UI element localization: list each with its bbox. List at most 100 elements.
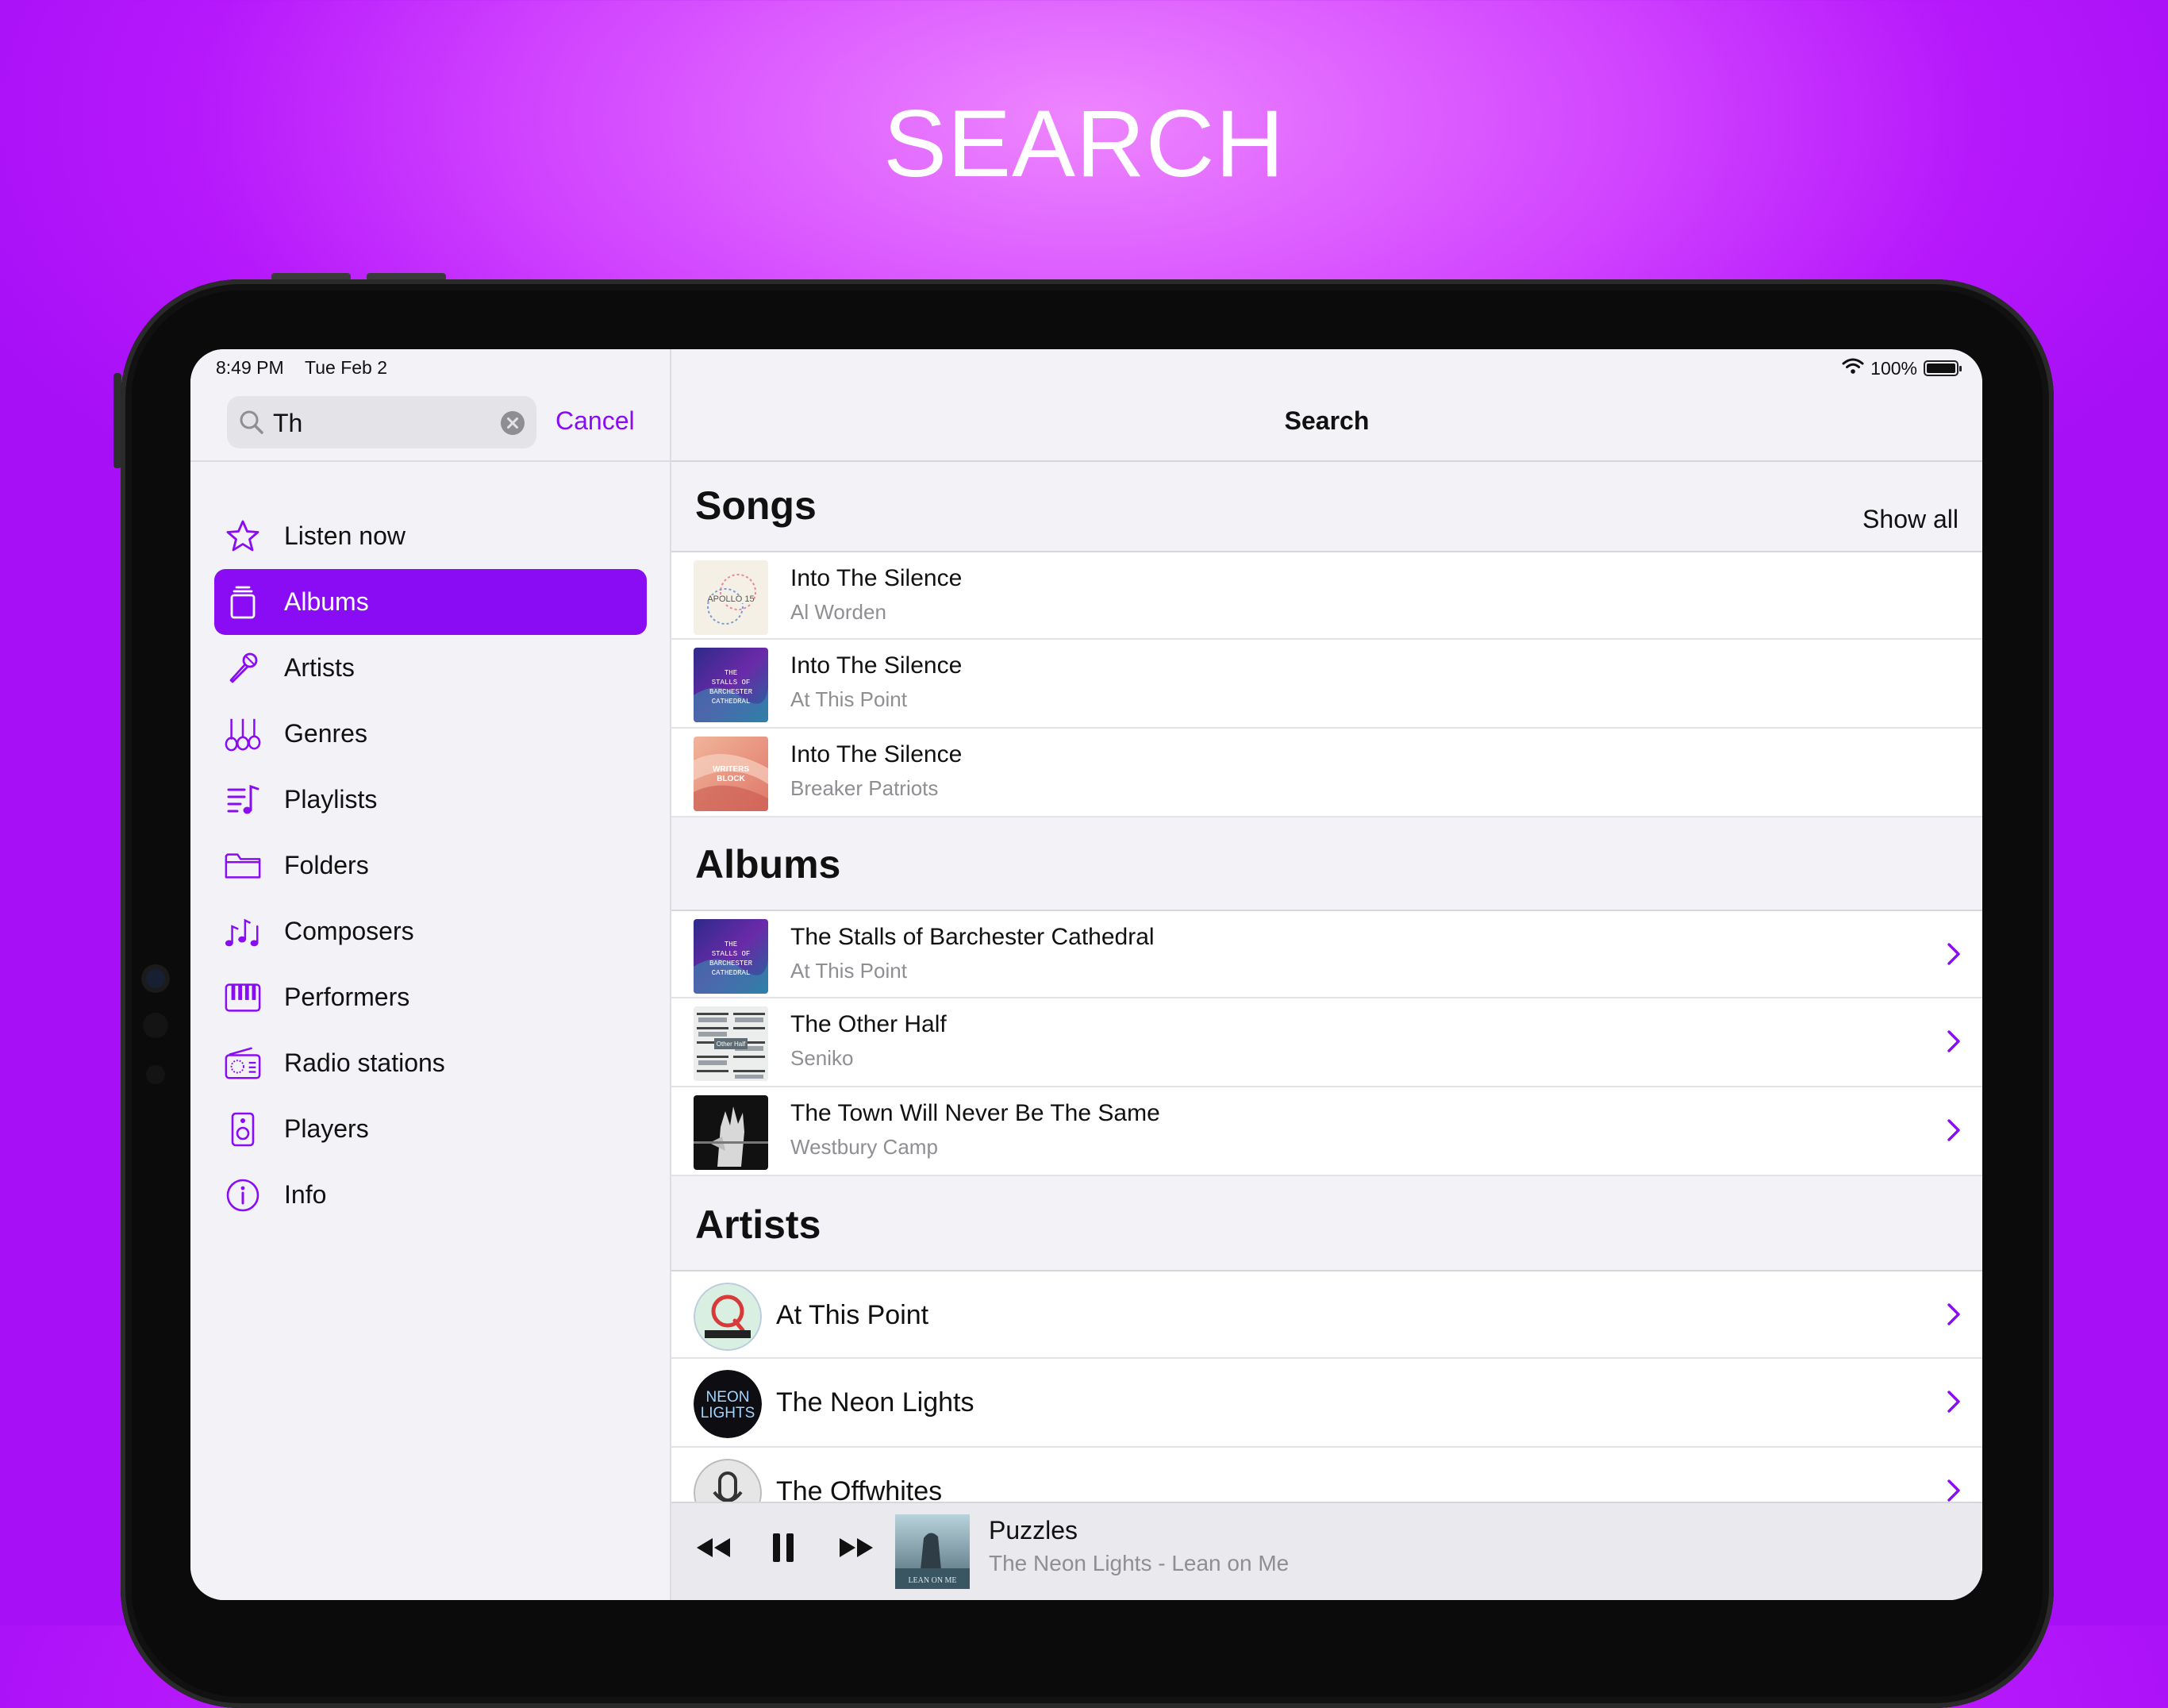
divider [190,460,670,462]
page-title: Search [1284,406,1370,435]
sidebar-item-label: Albums [284,587,369,616]
album-row[interactable]: THE STALLS OF BARCHESTER CATHEDRAL The Stal… [671,910,1982,998]
status-bar-right: 100% [1842,357,1962,379]
chevron-right-icon [1946,1389,1962,1418]
info-icon [224,1176,262,1214]
chevron-right-icon [1946,1029,1962,1058]
song-artist: Al Worden [790,600,886,624]
album-artist: At This Point [790,959,907,983]
sidebar-item-radio-stations[interactable]: Radio stations [214,1030,647,1096]
sidebar-item-artists[interactable]: Artists [214,635,647,701]
now-playing-subtitle: The Neon Lights - Lean on Me [989,1551,1290,1575]
song-artist: Breaker Patriots [790,776,939,800]
sidebar-item-players[interactable]: Players [214,1096,647,1162]
chevron-right-icon [1946,1302,1962,1331]
fast-forward-icon[interactable] [838,1535,875,1564]
svg-text:CATHEDRAL: CATHEDRAL [712,969,751,977]
svg-text:APOLLO 15: APOLLO 15 [707,594,754,604]
chevron-right-icon [1946,941,1962,971]
search-icon [238,409,265,440]
svg-text:NEON: NEON [706,1389,750,1406]
sidebar-item-label: Radio stations [284,1048,445,1077]
microphone-icon [224,649,262,687]
sidebar-item-performers[interactable]: Performers [214,964,647,1030]
svg-text:LIGHTS: LIGHTS [701,1405,755,1421]
guitars-icon [224,715,262,753]
music-notes-icon [224,913,262,951]
song-row[interactable]: THE STALLS OF BARCHESTER CATHEDRAL Into The… [671,640,1982,729]
album-art: APOLLO 15 [694,560,768,635]
svg-text:BARCHESTER: BARCHESTER [709,688,753,696]
song-row[interactable]: WRITERS BLOCK Into The Silence Breaker Pa… [671,729,1982,817]
sidebar-nav: Listen now Albums Artists Genres Playlis… [214,503,647,1228]
now-playing-bar: LEAN ON ME Puzzles The Neon Lights - Lea… [671,1502,1982,1600]
sidebar-item-info[interactable]: Info [214,1162,647,1228]
section-title-artists: Artists [695,1202,821,1247]
app-screen: 8:49 PM Tue Feb 2 Cancel Listen now [190,349,1982,1600]
song-title: Into The Silence [790,565,963,591]
sidebar-item-playlists[interactable]: Playlists [214,767,647,833]
status-time: 8:49 PM [216,357,284,378]
show-all-songs-button[interactable]: Show all [1862,505,1959,534]
album-row[interactable]: Other Half The Other Half Seniko [671,998,1982,1087]
album-art: THE STALLS OF BARCHESTER CATHEDRAL [694,648,768,722]
artist-row[interactable]: NEON LIGHTS The Neon Lights [671,1359,1982,1448]
sidebar-item-albums[interactable]: Albums [214,569,647,635]
folder-icon [224,847,262,885]
sidebar-item-listen-now[interactable]: Listen now [214,503,647,569]
sidebar-item-genres[interactable]: Genres [214,701,647,767]
album-art [694,1095,768,1170]
album-art: WRITERS BLOCK [694,737,768,811]
section-title-songs: Songs [695,483,817,528]
radio-icon [224,1044,262,1083]
album-artist: Seniko [790,1046,854,1070]
sidebar-item-label: Artists [284,653,355,682]
svg-text:WRITERS: WRITERS [713,765,749,774]
page-headline: SEARCH [882,90,1286,197]
artist-avatar [694,1283,762,1351]
song-title: Into The Silence [790,741,963,767]
sidebar-item-label: Players [284,1114,369,1143]
sensor [143,1013,168,1038]
piano-icon [224,979,262,1017]
search-field[interactable] [227,396,536,448]
cancel-button[interactable]: Cancel [555,406,635,436]
svg-text:LEAN ON ME: LEAN ON ME [908,1576,956,1585]
chevron-right-icon [1946,1118,1962,1147]
main-panel: 100% Search Songs Show all APOLLO 15 Int… [671,349,1982,1600]
sidebar-item-composers[interactable]: Composers [214,898,647,964]
sidebar-item-label: Playlists [284,785,378,814]
rewind-icon[interactable] [695,1535,732,1564]
now-playing-art: LEAN ON ME [895,1514,970,1589]
battery-icon [1924,360,1962,376]
album-art: Other Half [694,1006,768,1081]
camera [146,969,165,988]
sidebar-item-label: Listen now [284,521,406,550]
albums-icon [224,583,262,621]
star-icon [224,517,262,556]
song-title: Into The Silence [790,652,963,679]
section-title-albums: Albums [695,842,841,887]
status-date: Tue Feb 2 [305,357,388,378]
album-row[interactable]: The Town Will Never Be The Same Westbury… [671,1087,1982,1176]
song-row[interactable]: APOLLO 15 Into The Silence Al Worden [671,551,1982,640]
artist-row[interactable]: At This Point [671,1270,1982,1359]
search-input[interactable] [271,402,489,444]
svg-text:BARCHESTER: BARCHESTER [709,960,753,967]
svg-text:STALLS OF: STALLS OF [712,950,751,958]
sidebar: 8:49 PM Tue Feb 2 Cancel Listen now [190,349,671,1600]
sensor [146,1065,165,1084]
clear-search-icon[interactable] [500,410,525,440]
divider [671,460,1982,462]
sidebar-item-label: Composers [284,917,414,945]
speaker-icon [224,1110,262,1148]
svg-text:THE: THE [725,941,737,948]
svg-text:THE: THE [725,669,737,677]
sidebar-item-folders[interactable]: Folders [214,833,647,898]
sidebar-item-label: Folders [284,851,369,879]
album-title: The Other Half [790,1011,947,1037]
album-title: The Stalls of Barchester Cathedral [790,924,1155,950]
sidebar-item-label: Genres [284,719,367,748]
pause-icon[interactable] [771,1532,795,1568]
svg-text:CATHEDRAL: CATHEDRAL [712,698,751,706]
